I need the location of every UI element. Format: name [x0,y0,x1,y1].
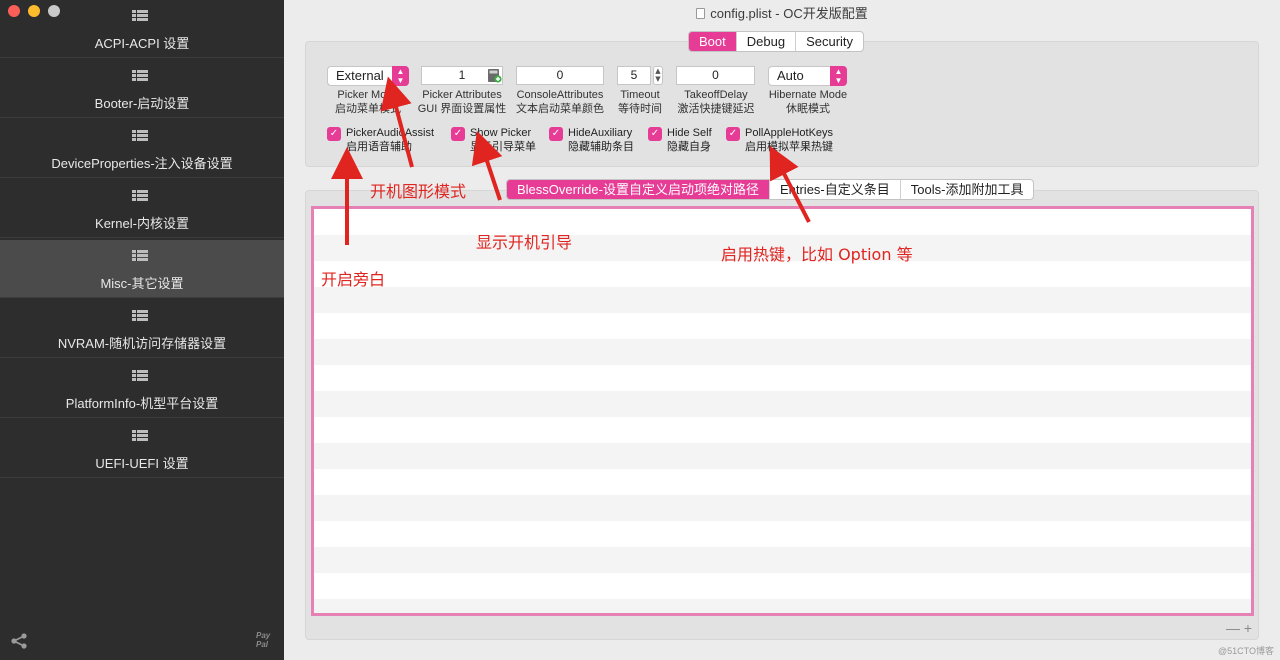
annotation-hotkeys: 启用热键，比如 Option 等 [721,245,913,264]
arrow-picker-mode [380,76,414,168]
annotation-arrows [331,76,811,245]
annotation-audio: 开启旁白 [321,270,386,289]
watermark: @51CTO博客 [1218,646,1274,656]
arrow-hotkeys [769,145,811,223]
annotation-show-picker: 显示开机引导 [476,233,573,252]
arrow-show-picker [471,130,503,201]
annotation-picker-mode: 开机图形模式 [370,182,467,201]
